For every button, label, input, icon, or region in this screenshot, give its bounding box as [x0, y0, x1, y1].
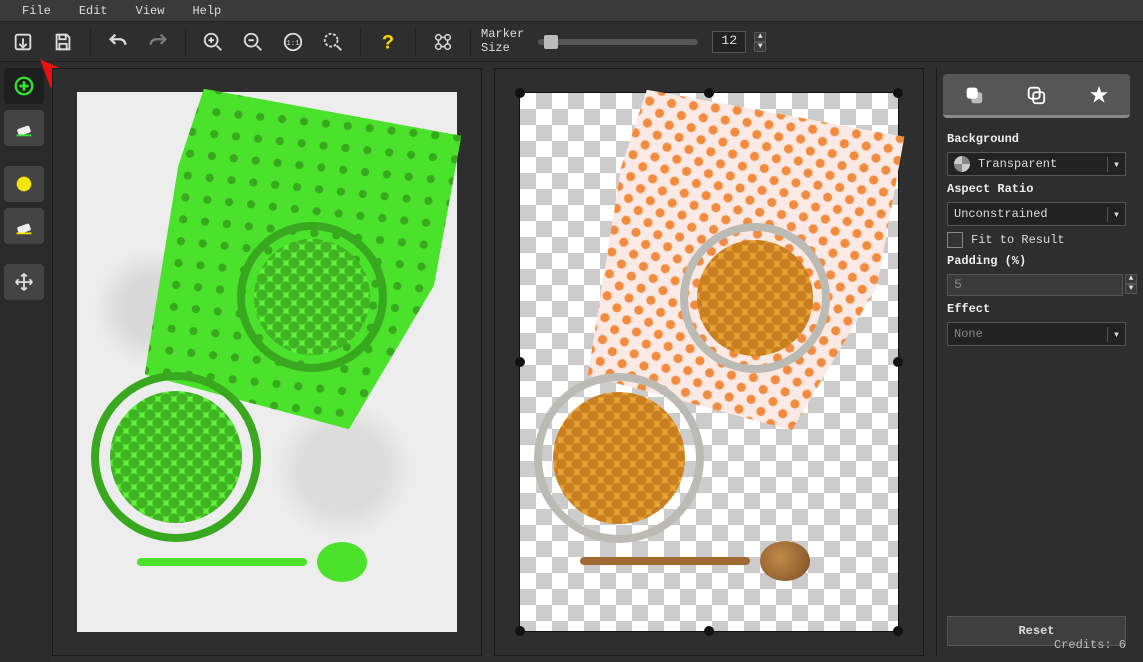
- effect-value: None: [948, 327, 1107, 341]
- undo-button[interactable]: [101, 27, 135, 57]
- plus-icon: [13, 75, 35, 97]
- help-button[interactable]: ?: [371, 27, 405, 57]
- zoom-fit-button[interactable]: [316, 27, 350, 57]
- transparent-swatch: [954, 156, 970, 172]
- save-icon: [52, 31, 74, 53]
- effect-label: Effect: [947, 302, 1126, 316]
- source-canvas[interactable]: [52, 68, 482, 656]
- marker-size-input[interactable]: [712, 31, 746, 53]
- open-icon: [12, 31, 34, 53]
- marker-size-slider[interactable]: [538, 39, 698, 45]
- move-button[interactable]: [4, 264, 44, 300]
- ai-segment-button[interactable]: [426, 27, 460, 57]
- zoom-1to1-icon: 1:1: [282, 31, 304, 53]
- ai-icon: [432, 31, 454, 53]
- fit-to-result-label: Fit to Result: [971, 233, 1065, 247]
- zoom-in-icon: [202, 31, 224, 53]
- work-area: Background Transparent ▾ Aspect Ratio Un…: [50, 62, 1143, 662]
- toolbar: 1:1 ? Marker Size ▲ ▼: [0, 22, 1143, 62]
- chevron-down-icon[interactable]: ▾: [1107, 327, 1125, 342]
- star-icon: [1088, 84, 1110, 106]
- aspect-ratio-label: Aspect Ratio: [947, 182, 1126, 196]
- foreground-icon: [963, 84, 985, 106]
- save-button[interactable]: [46, 27, 80, 57]
- crop-handle[interactable]: [893, 357, 903, 367]
- background-value: Transparent: [976, 157, 1107, 171]
- marker-size-up[interactable]: ▲: [754, 32, 766, 42]
- right-panel: Background Transparent ▾ Aspect Ratio Un…: [936, 68, 1136, 656]
- svg-text:1:1: 1:1: [286, 39, 300, 47]
- menu-edit[interactable]: Edit: [65, 1, 122, 21]
- spoon: [580, 541, 810, 581]
- slider-thumb[interactable]: [544, 35, 558, 49]
- credits-display: Credits: 6: [1054, 638, 1126, 652]
- move-icon: [13, 271, 35, 293]
- spoon-overlay: [137, 542, 367, 582]
- menu-view[interactable]: View: [122, 1, 179, 21]
- svg-text:?: ?: [382, 32, 394, 53]
- tab-background[interactable]: [1021, 80, 1051, 110]
- zoom-out-icon: [242, 31, 264, 53]
- bowl-overlay: [91, 372, 261, 542]
- eraser-icon: [13, 117, 35, 139]
- side-toolbar: [0, 62, 50, 662]
- marker-size-label: Marker Size: [481, 28, 524, 54]
- tab-foreground[interactable]: [959, 80, 989, 110]
- tab-favorites[interactable]: [1084, 80, 1114, 110]
- effect-select[interactable]: None ▾: [947, 322, 1126, 346]
- erase-green-button[interactable]: [4, 110, 44, 146]
- zoom-out-button[interactable]: [236, 27, 270, 57]
- help-icon: ?: [377, 31, 399, 53]
- crop-handle[interactable]: [515, 88, 525, 98]
- chevron-down-icon[interactable]: ▾: [1107, 207, 1125, 222]
- erase-yellow-button[interactable]: [4, 208, 44, 244]
- circle-icon: [13, 173, 35, 195]
- add-mark-button[interactable]: [4, 68, 44, 104]
- zoom-1to1-button[interactable]: 1:1: [276, 27, 310, 57]
- open-button[interactable]: [6, 27, 40, 57]
- redo-button[interactable]: [141, 27, 175, 57]
- bowl-overlay: [237, 222, 387, 372]
- zoom-in-button[interactable]: [196, 27, 230, 57]
- aspect-ratio-value: Unconstrained: [948, 207, 1107, 221]
- redo-icon: [147, 31, 169, 53]
- padding-label: Padding (%): [947, 254, 1126, 268]
- menu-bar: File Edit View Help: [0, 0, 1143, 22]
- preview-canvas[interactable]: [494, 68, 924, 656]
- crop-handle[interactable]: [893, 88, 903, 98]
- bowl: [534, 373, 704, 543]
- crop-handle[interactable]: [704, 88, 714, 98]
- background-label: Background: [947, 132, 1126, 146]
- crop-handle[interactable]: [515, 357, 525, 367]
- background-icon: [1025, 84, 1047, 106]
- padding-down[interactable]: ▼: [1125, 284, 1137, 294]
- menu-file[interactable]: File: [8, 1, 65, 21]
- bowl: [680, 223, 830, 373]
- mark-yellow-button[interactable]: [4, 166, 44, 202]
- marker-size-down[interactable]: ▼: [754, 42, 766, 52]
- crop-handle[interactable]: [704, 626, 714, 636]
- chevron-down-icon[interactable]: ▾: [1107, 157, 1125, 172]
- padding-up[interactable]: ▲: [1125, 274, 1137, 284]
- fit-to-result-checkbox[interactable]: [947, 232, 963, 248]
- crop-handle[interactable]: [893, 626, 903, 636]
- menu-help[interactable]: Help: [178, 1, 235, 21]
- aspect-ratio-select[interactable]: Unconstrained ▾: [947, 202, 1126, 226]
- padding-input[interactable]: [947, 274, 1123, 296]
- background-select[interactable]: Transparent ▾: [947, 152, 1126, 176]
- zoom-fit-icon: [322, 31, 344, 53]
- undo-icon: [107, 31, 129, 53]
- eraser-icon: [13, 215, 35, 237]
- crop-handle[interactable]: [515, 626, 525, 636]
